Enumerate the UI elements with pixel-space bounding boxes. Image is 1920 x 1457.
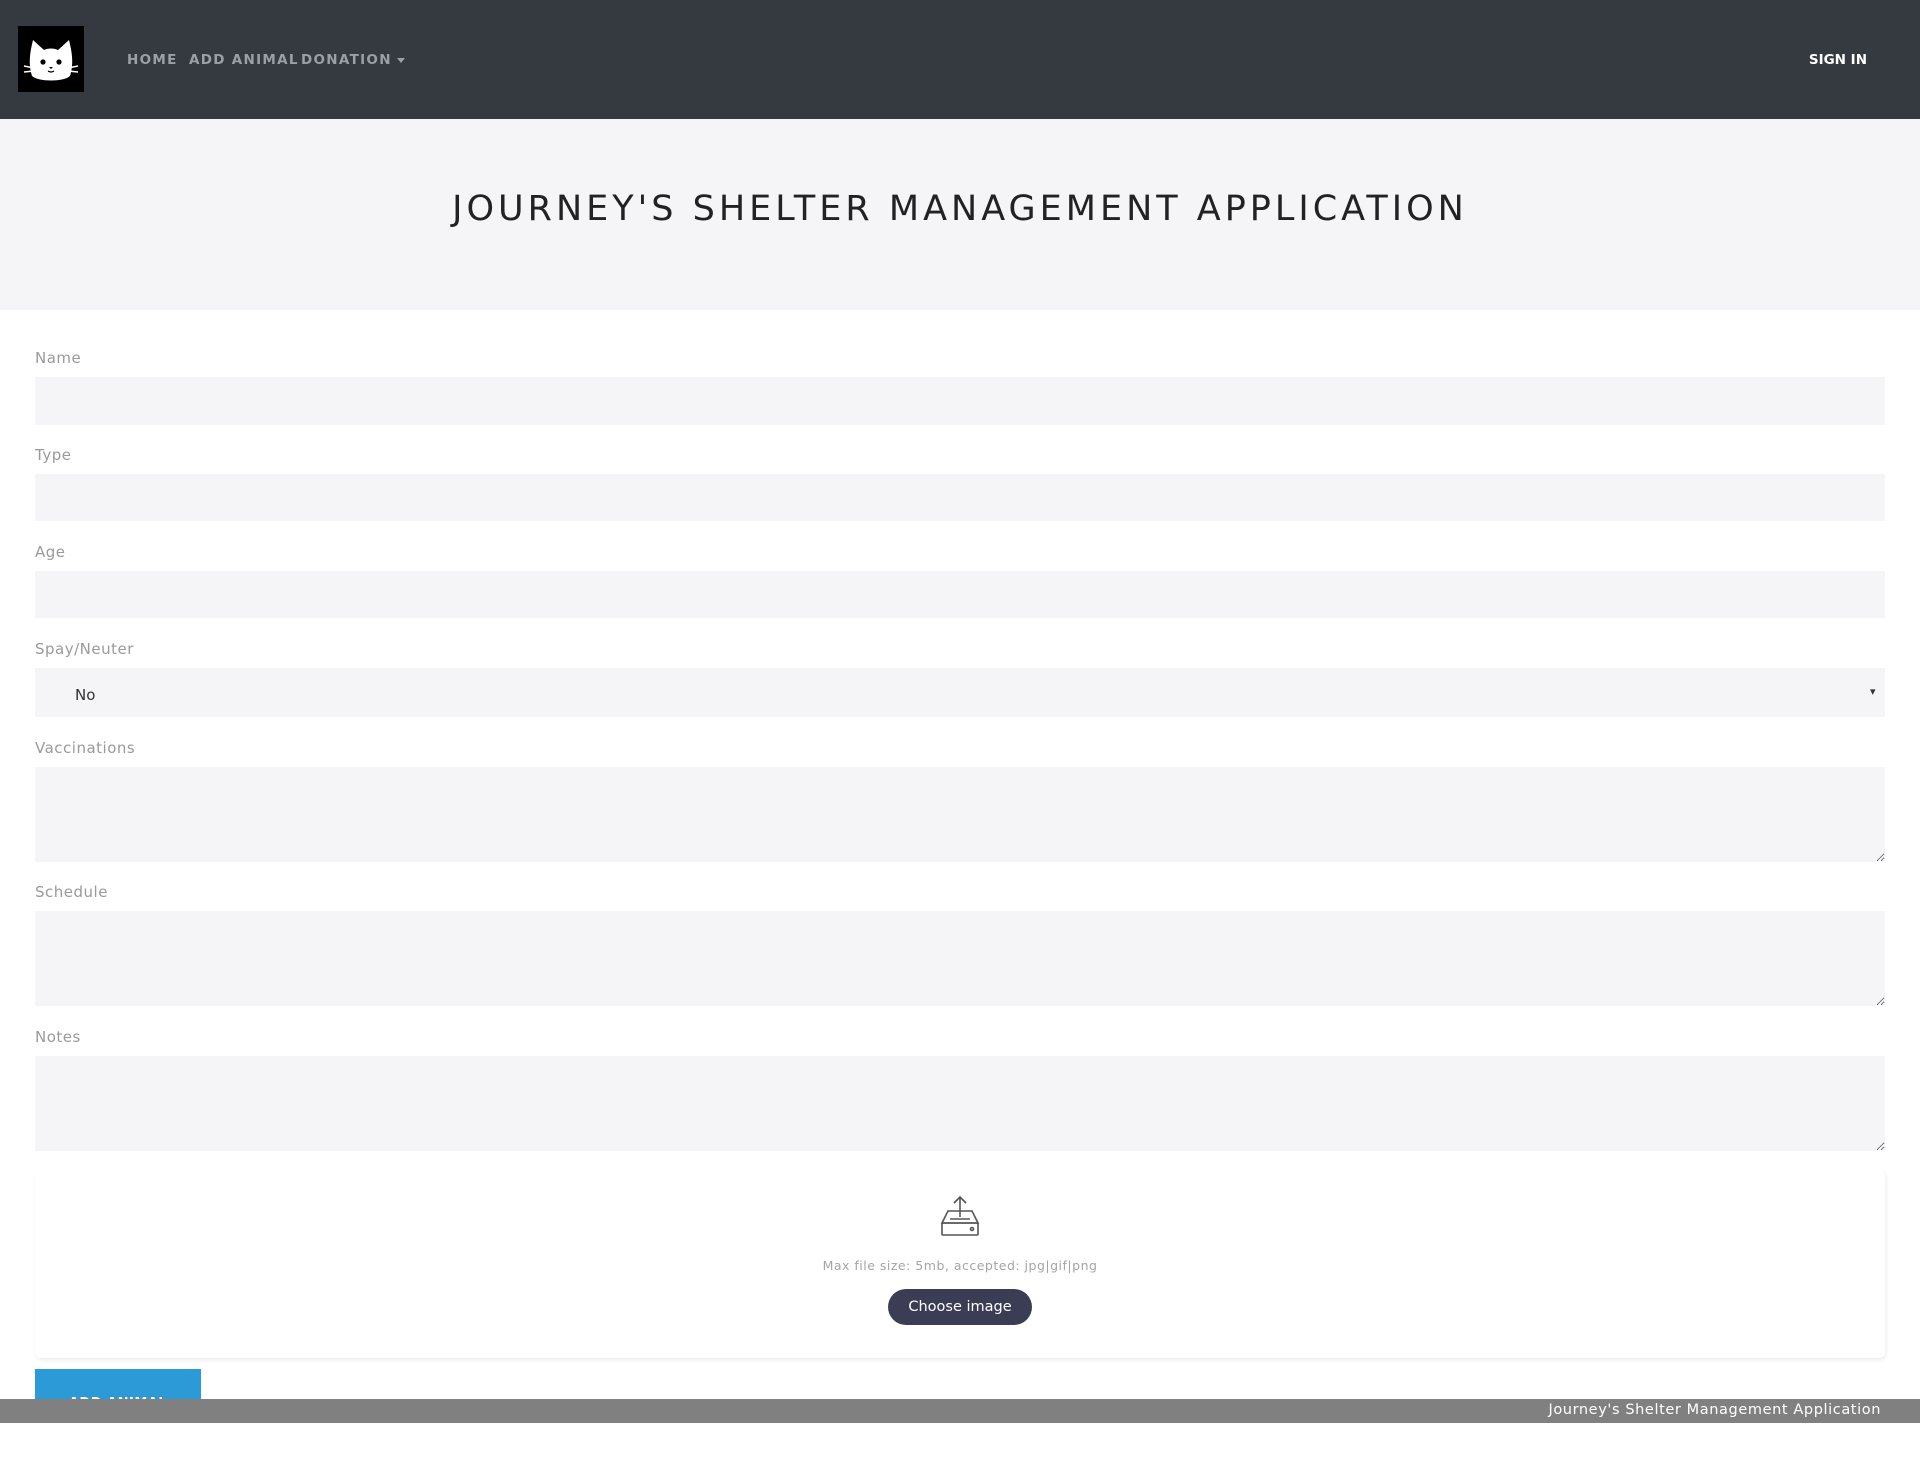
spay-neuter-selected-value: No: [75, 686, 96, 704]
footer-text: Journey's Shelter Management Application: [1548, 1402, 1881, 1418]
nav-home-link[interactable]: HOME: [127, 52, 178, 68]
upload-hint: Max file size: 5mb, accepted: jpg|gif|pn…: [822, 1258, 1098, 1273]
nav-add-animal-link[interactable]: ADD ANIMAL: [189, 52, 299, 68]
notes-label: Notes: [35, 1028, 81, 1046]
age-label: Age: [35, 543, 66, 561]
spay-neuter-label: Spay/Neuter: [35, 640, 134, 658]
spay-neuter-select[interactable]: [35, 668, 1885, 717]
cat-face-icon[interactable]: [18, 26, 84, 92]
navbar: HOME ADD ANIMAL DONATION SIGN IN: [0, 0, 1920, 119]
name-input[interactable]: [35, 377, 1885, 425]
type-input[interactable]: [35, 474, 1885, 521]
footer: Journey's Shelter Management Application: [0, 1399, 1920, 1423]
notes-textarea[interactable]: [35, 1056, 1885, 1151]
name-label: Name: [35, 349, 82, 367]
hero-banner: JOURNEY'S SHELTER MANAGEMENT APPLICATION: [0, 119, 1920, 310]
nav-donation-label: DONATION: [301, 52, 392, 68]
age-input[interactable]: [35, 571, 1885, 618]
page-title: JOURNEY'S SHELTER MANAGEMENT APPLICATION: [452, 189, 1468, 229]
caret-down-icon: [396, 57, 405, 63]
sign-in-link[interactable]: SIGN IN: [1809, 52, 1867, 68]
vaccinations-textarea[interactable]: [35, 767, 1885, 862]
select-arrow-icon: ▾: [1870, 685, 1876, 698]
vaccinations-label: Vaccinations: [35, 739, 136, 757]
schedule-textarea[interactable]: [35, 911, 1885, 1006]
upload-tray-icon: [938, 1195, 982, 1239]
choose-image-button[interactable]: Choose image: [888, 1289, 1032, 1325]
type-label: Type: [35, 446, 72, 464]
nav-donation-dropdown[interactable]: DONATION: [301, 52, 405, 68]
schedule-label: Schedule: [35, 883, 108, 901]
